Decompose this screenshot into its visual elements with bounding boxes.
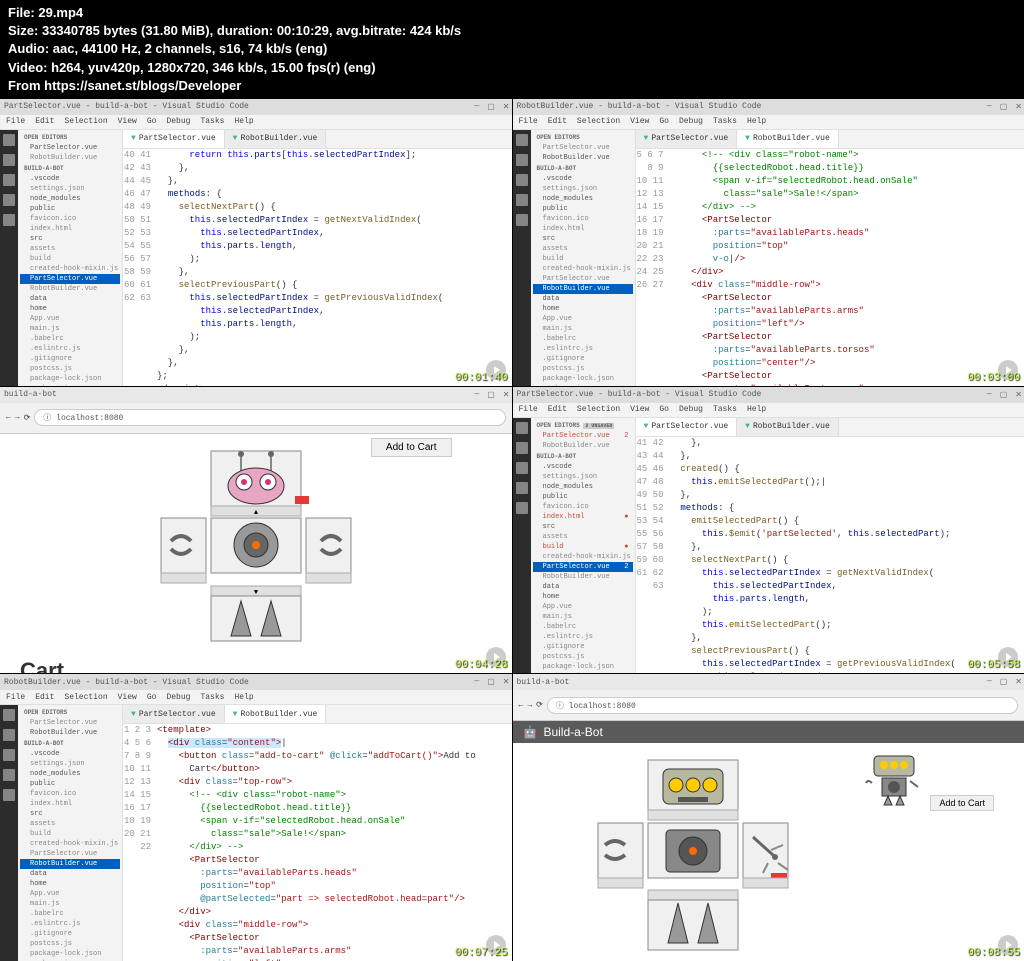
browser-toolbar: ← → ⟳ ⓘ localhost:8080: [0, 403, 512, 434]
editor-area: ▼PartSelector.vue ▼RobotBuilder.vue 40 4…: [123, 130, 512, 386]
panel-3-browser: build-a-bot—▢✕ ← → ⟳ ⓘ localhost:8080 Ad…: [0, 387, 512, 674]
panel-4-vscode: PartSelector.vue - build-a-bot - Visual …: [513, 387, 1024, 674]
search-icon[interactable]: [3, 154, 15, 166]
open-editor-item[interactable]: PartSelector.vue: [20, 143, 120, 153]
reload-icon[interactable]: ⟳: [536, 700, 543, 710]
from-label: From: [8, 78, 41, 93]
back-icon[interactable]: ←: [6, 413, 11, 422]
cart-section: Cart RobotCost Friendly Bot4100.5: [20, 658, 492, 674]
line-numbers: 40 41 42 43 44 45 46 47 48 49 50 51 52 5…: [123, 149, 157, 386]
forward-icon[interactable]: →: [15, 413, 20, 422]
timestamp-overlay: 00:01:40: [455, 372, 508, 384]
back-icon[interactable]: ←: [519, 701, 524, 710]
panel-5-vscode: RobotBuilder.vue - build-a-bot - Visual …: [0, 674, 512, 961]
explorer-panel: OPEN EDITORS PartSelector.vue RobotBuild…: [18, 130, 123, 386]
media-info-header: File: 29.mp4 Size: 33340785 bytes (31.80…: [0, 0, 1024, 99]
debug-icon[interactable]: [3, 194, 15, 206]
git-icon[interactable]: [3, 174, 15, 186]
extensions-icon[interactable]: [3, 214, 15, 226]
code-content[interactable]: return this.parts[this.selectedPartIndex…: [157, 149, 512, 386]
maximize-icon[interactable]: ▢: [487, 102, 495, 112]
close-icon[interactable]: ✕: [503, 102, 510, 112]
app-header: 🤖 Build-a-Bot: [513, 721, 1024, 743]
vue-icon: ▼: [233, 134, 238, 143]
video-label: Video:: [8, 60, 48, 75]
menu-file[interactable]: File: [6, 117, 25, 126]
address-bar[interactable]: ⓘ localhost:8080: [547, 697, 1018, 714]
panel-1-vscode: PartSelector.vue - build-a-bot - Visual …: [0, 99, 512, 386]
size-label: Size:: [8, 23, 38, 38]
cart-title: Cart: [20, 658, 492, 674]
file-label: File:: [8, 5, 35, 20]
app-title: Build-a-Bot: [543, 725, 602, 739]
panel-2-vscode: RobotBuilder.vue - build-a-bot - Visual …: [513, 99, 1024, 386]
window-titlebar: PartSelector.vue - build-a-bot - Visual …: [0, 99, 512, 115]
add-to-cart-button[interactable]: Add to Cart: [930, 795, 994, 811]
vue-icon: ▼: [131, 134, 136, 143]
reload-icon[interactable]: ⟳: [24, 413, 31, 423]
audio-label: Audio:: [8, 41, 49, 56]
code-editor[interactable]: 40 41 42 43 44 45 46 47 48 49 50 51 52 5…: [123, 149, 512, 386]
explorer-icon[interactable]: [3, 134, 15, 146]
forward-icon[interactable]: →: [527, 701, 532, 710]
mini-robot-icon: [864, 751, 924, 806]
activity-bar: [0, 130, 18, 386]
tab-robotbuilder[interactable]: ▼RobotBuilder.vue: [225, 130, 327, 148]
menubar: FileEditSelectionViewGoDebugTasksHelp: [0, 115, 512, 130]
robot-preview: [573, 755, 813, 955]
robot-builder-area: ▲: [20, 446, 492, 646]
minimize-icon[interactable]: —: [474, 102, 479, 112]
sidebar-preview: Add to Cart: [864, 751, 994, 811]
file-name: 29.mp4: [38, 5, 83, 20]
panel-6-browser: build-a-bot—▢✕ ← → ⟳ ⓘ localhost:8080 🤖 …: [513, 674, 1024, 961]
address-bar[interactable]: ⓘ localhost:8080: [34, 409, 505, 426]
robot-logo-icon: 🤖: [523, 725, 538, 739]
tab-partselector[interactable]: ▼PartSelector.vue: [123, 130, 225, 148]
robot-preview: ▲: [156, 446, 356, 646]
